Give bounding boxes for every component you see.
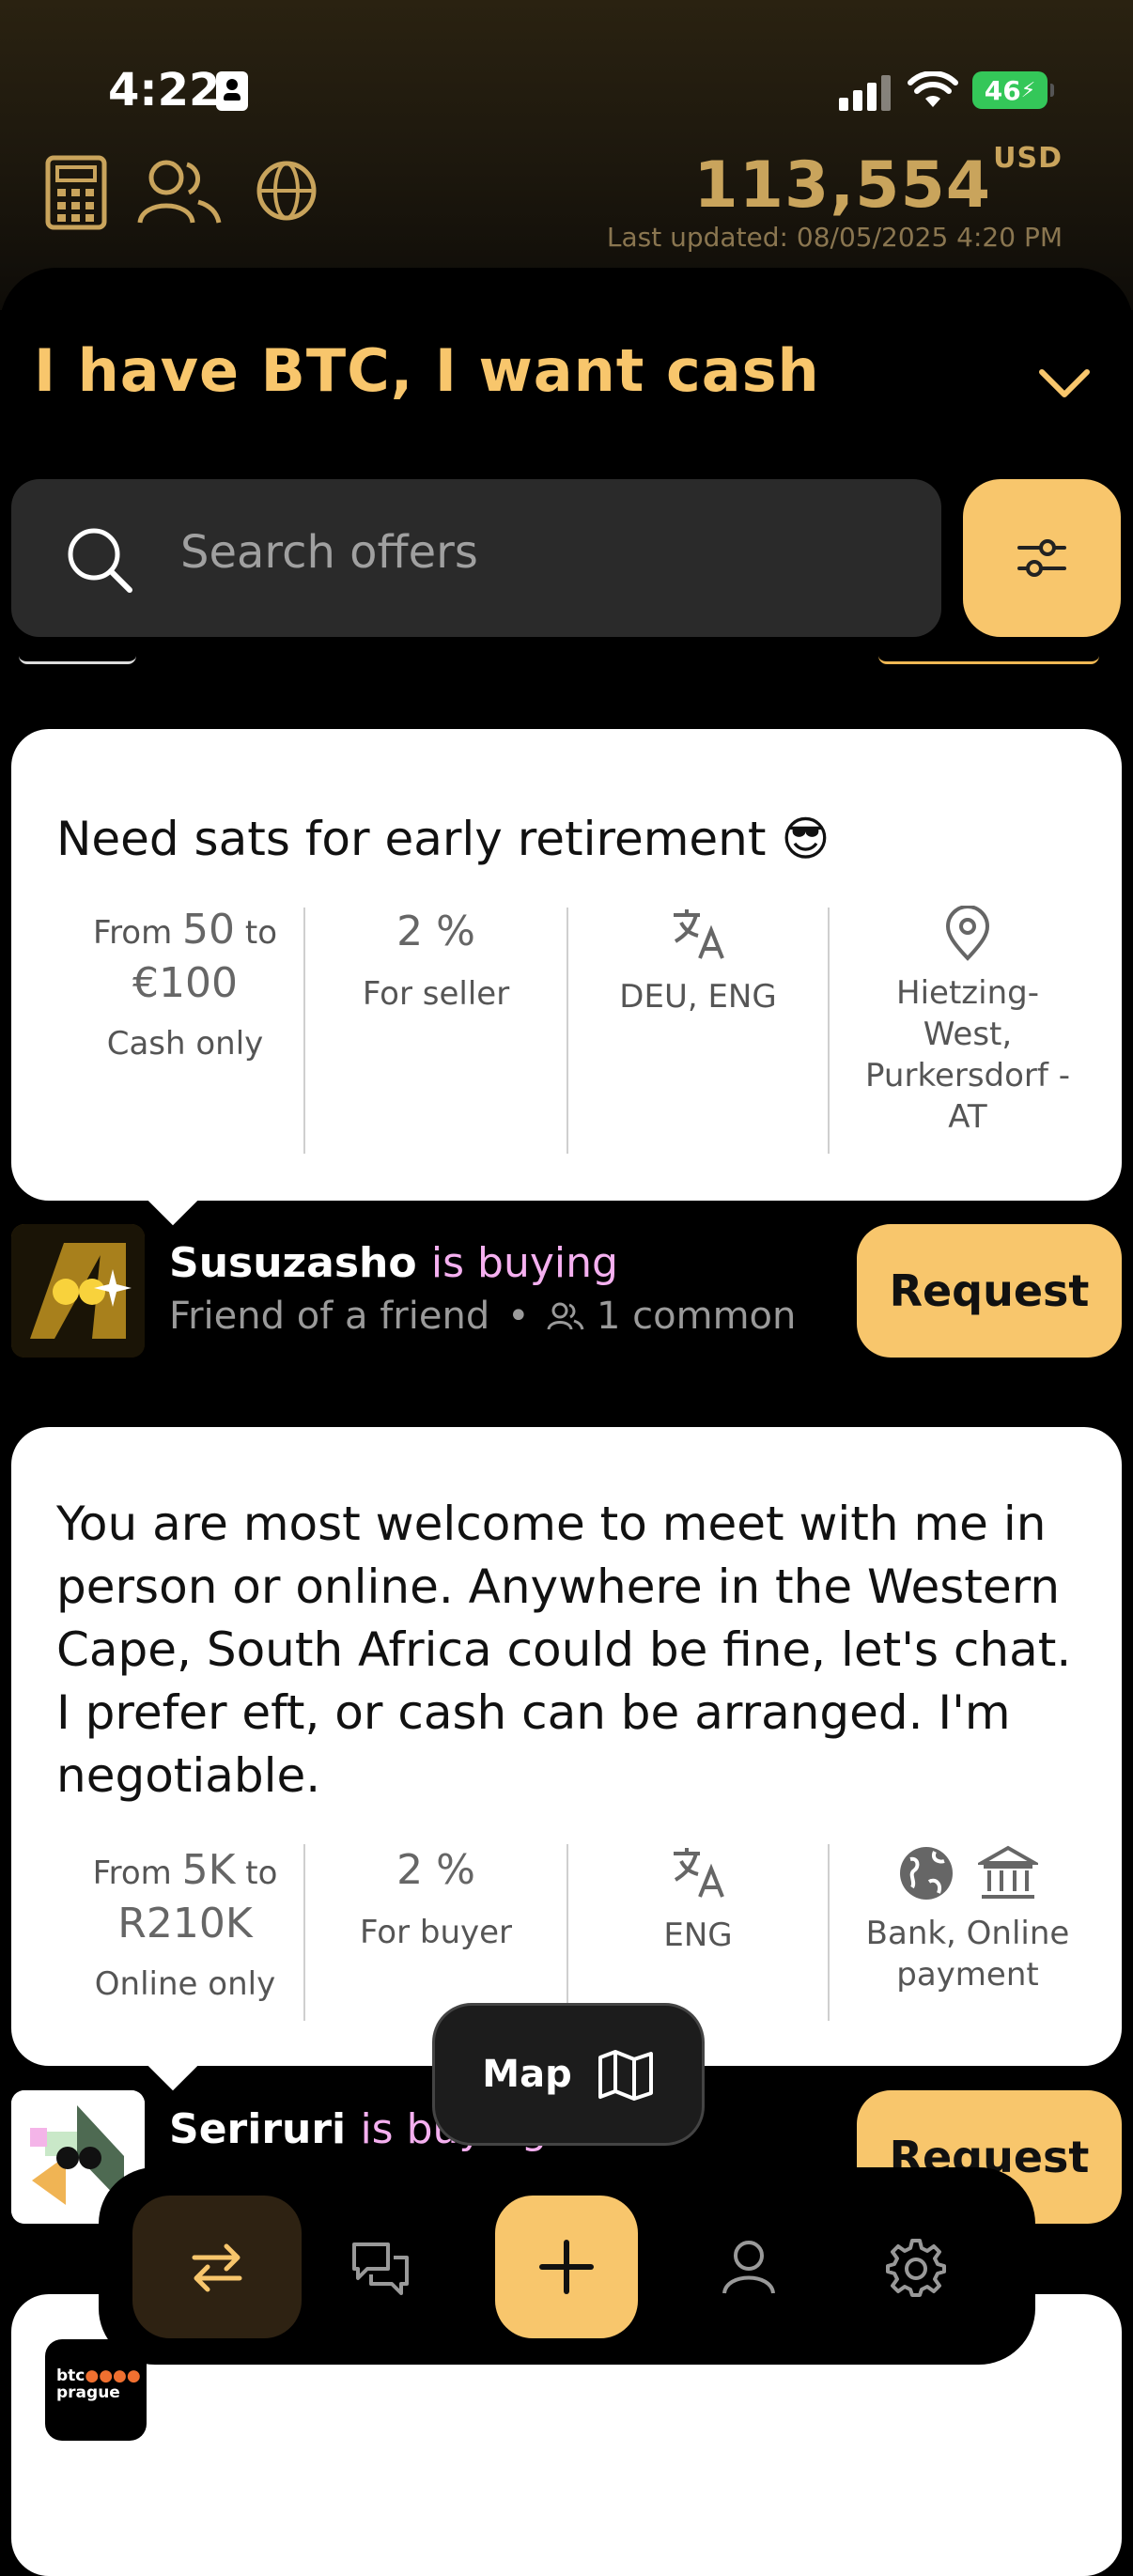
- profile-icon: [722, 2241, 775, 2294]
- map-button[interactable]: Map: [432, 2003, 705, 2146]
- separator-dot: •: [506, 1295, 530, 1338]
- relation-text: Friend of a friend: [169, 1295, 490, 1338]
- price-value: 113,554: [693, 148, 992, 223]
- search-input[interactable]: Search offers: [11, 479, 941, 637]
- divider: [828, 1844, 830, 2021]
- offer-title: Need sats for early retirement 😎: [56, 812, 830, 866]
- tab-exchange[interactable]: [132, 2196, 302, 2338]
- fee-label: For buyer: [359, 1914, 513, 1951]
- offer-card[interactable]: Need sats for early retirement 😎 From 50…: [11, 729, 1122, 1226]
- offer-user[interactable]: Susuzasho is buying: [169, 1239, 618, 1287]
- relation-info: Friend of a friend • 1 common: [169, 1295, 796, 1338]
- chat-icon: [352, 2242, 409, 2295]
- bank-icon: [974, 1845, 1042, 1899]
- offer-owner-row: Susuzasho is buying Friend of a friend •…: [11, 1224, 1122, 1360]
- plus-icon: [539, 2240, 594, 2294]
- translate-icon: [674, 1848, 724, 1898]
- offer-location: Hietzing-West, Purkersdorf - AT: [831, 905, 1104, 1138]
- fee-value: 2 %: [396, 908, 475, 955]
- last-updated: Last updated: 08/05/2025 4:20 PM: [606, 222, 1063, 253]
- tab-profile[interactable]: [683, 2196, 815, 2338]
- user-name: Seriruri: [169, 2105, 347, 2153]
- languages-value: DEU, ENG: [619, 978, 777, 1016]
- common-count: 1 common: [596, 1295, 797, 1338]
- filter-icon: [1017, 539, 1066, 577]
- amount-to-prefix: to: [245, 1854, 278, 1892]
- tab-create-offer[interactable]: [495, 2196, 638, 2338]
- calculator-icon[interactable]: [45, 155, 107, 230]
- chevron-down-icon[interactable]: [1038, 366, 1091, 400]
- tab-chat[interactable]: [315, 2196, 446, 2338]
- amount-from: 50: [182, 906, 236, 954]
- users-icon[interactable]: [136, 155, 223, 226]
- user-name: Susuzasho: [169, 1239, 417, 1287]
- bottom-tab-bar: [99, 2167, 1035, 2365]
- online-globe-icon: [899, 1847, 953, 1900]
- battery-level: 46: [984, 74, 1021, 106]
- offer-amount: From 50 to €100 Cash only: [30, 906, 340, 1063]
- location-value: Hietzing-West, Purkersdorf - AT: [865, 974, 1070, 1136]
- offer-action: is buying: [430, 1239, 618, 1287]
- status-time: 4:22: [108, 64, 221, 116]
- avatar-image: [11, 1224, 145, 1358]
- payment-value: Bank, Online payment: [865, 1915, 1070, 1994]
- map-label: Map: [482, 2053, 572, 2096]
- battery-indicator: 46 ⚡: [972, 71, 1054, 109]
- offer-fee: 2 % For seller: [305, 908, 566, 1013]
- fee-label: For seller: [362, 975, 510, 1013]
- offer-mode: Online only: [94, 1965, 276, 2003]
- wifi-icon: [908, 71, 958, 107]
- map-icon: [598, 2050, 653, 2101]
- previous-card-edge: [19, 656, 136, 664]
- fee-value: 2 %: [396, 1846, 475, 1894]
- id-badge-icon: [216, 71, 248, 111]
- previous-button-edge: [878, 656, 1099, 664]
- amount-to-prefix: to: [244, 914, 277, 952]
- offer-card[interactable]: You are most welcome to meet with me in …: [11, 1427, 1122, 2091]
- amount-from: 5K: [181, 1846, 236, 1894]
- tab-settings[interactable]: [850, 2196, 982, 2338]
- amount-from-prefix: From: [92, 914, 173, 952]
- offer-amount: From 5K to R210K Online only: [30, 1846, 340, 2003]
- languages-value: ENG: [663, 1916, 733, 1954]
- request-button[interactable]: Request: [857, 1224, 1122, 1358]
- common-friends-icon: [547, 1302, 584, 1330]
- amount-to: R210K: [117, 1900, 253, 1948]
- offer-title: You are most welcome to meet with me in …: [56, 1497, 1072, 1803]
- divider: [828, 908, 830, 1154]
- charging-icon: ⚡: [1020, 78, 1036, 102]
- search-placeholder: Search offers: [180, 526, 478, 579]
- price-currency: USD: [993, 142, 1063, 176]
- exchange-icon: [192, 2243, 242, 2292]
- btc-price: 113,554USD: [693, 142, 1063, 223]
- offer-languages: DEU, ENG: [568, 906, 828, 1016]
- offer-mode: Cash only: [106, 1025, 264, 1063]
- offer-payment: Bank, Online payment: [831, 1844, 1104, 1995]
- amount-to: €100: [132, 959, 238, 1007]
- offer-languages: ENG: [568, 1844, 828, 1954]
- avatar[interactable]: [11, 1224, 145, 1358]
- cellular-signal-icon: [839, 73, 893, 111]
- filter-button[interactable]: [963, 479, 1121, 637]
- page-title[interactable]: I have BTC, I want cash: [34, 336, 820, 405]
- translate-icon: [674, 909, 724, 959]
- search-icon: [68, 528, 132, 593]
- location-pin-icon: [945, 905, 990, 961]
- amount-from-prefix: From: [92, 1854, 172, 1892]
- globe-icon[interactable]: [256, 155, 318, 226]
- offer-fee: 2 % For buyer: [305, 1846, 566, 1951]
- settings-icon: [886, 2239, 946, 2297]
